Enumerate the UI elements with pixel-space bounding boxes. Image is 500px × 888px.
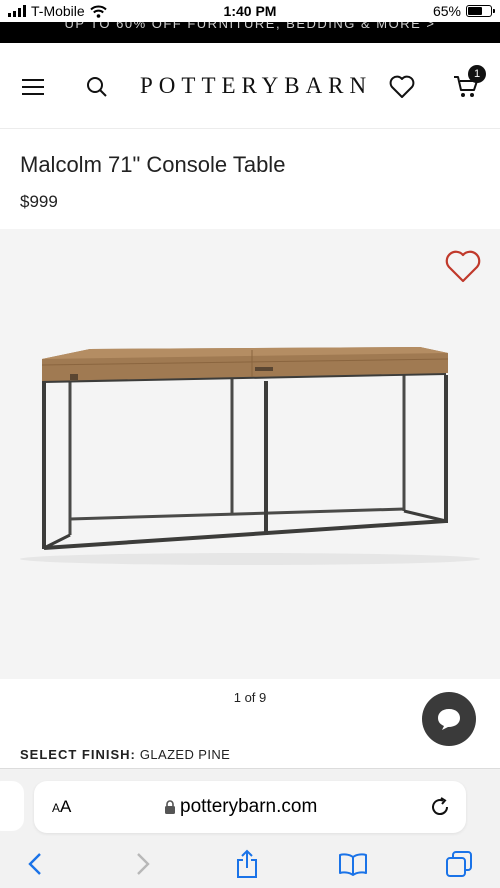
select-finish[interactable]: SELECT FINISH: GLAZED PINE [20,747,230,762]
status-right: 65% [432,3,495,19]
tabs-icon[interactable] [442,847,476,881]
chat-bubble-icon [438,709,460,730]
browser-bottom-bar: AA potterybarn.com [0,768,500,888]
search-icon[interactable] [79,69,115,105]
share-icon[interactable] [230,847,264,881]
cart-count-badge: 1 [468,65,486,83]
brand-logo[interactable]: POTTERYBARN [140,73,366,99]
product-image-gallery[interactable] [0,229,500,679]
lock-icon [165,799,175,814]
url-text: potterybarn.com [180,796,318,817]
product-image[interactable] [0,229,500,679]
text-size-large-a: A [60,797,72,816]
screen: T-Mobile 1:40 PM 65% UP TO 60% OFF FURNI… [0,0,500,888]
text-size-small-a: A [52,801,61,815]
heart-icon[interactable] [384,69,420,105]
menu-icon[interactable] [15,69,51,105]
forward-icon[interactable] [126,847,160,881]
finish-value: GLAZED PINE [139,747,231,762]
cart-icon[interactable]: 1 [448,65,486,105]
battery-percent: 65% [432,3,461,19]
reload-icon[interactable] [428,795,452,819]
product-title: Malcolm 71" Console Table [20,152,286,177]
battery-icon [466,5,495,17]
back-icon[interactable] [18,847,52,881]
favorite-heart-icon[interactable] [444,249,482,285]
product-price: $999 [20,192,58,211]
url-display[interactable]: potterybarn.com [164,796,317,818]
chat-button[interactable] [422,692,476,746]
text-size-button[interactable]: AA [52,797,71,817]
address-bar[interactable]: AA potterybarn.com [34,781,466,833]
status-time: 1:40 PM [223,3,277,19]
finish-label: SELECT FINISH: [20,747,136,762]
browser-toolbar [0,847,500,881]
site-header: POTTERYBARN 1 [0,43,500,129]
bookmarks-icon[interactable] [336,847,370,881]
image-counter: 1 of 9 [233,690,267,705]
previous-tab-peek[interactable] [0,781,24,831]
promo-banner[interactable]: UP TO 60% OFF FURNITURE, BEDDING & MORE … [0,22,500,43]
status-bar: T-Mobile 1:40 PM 65% [0,0,500,22]
